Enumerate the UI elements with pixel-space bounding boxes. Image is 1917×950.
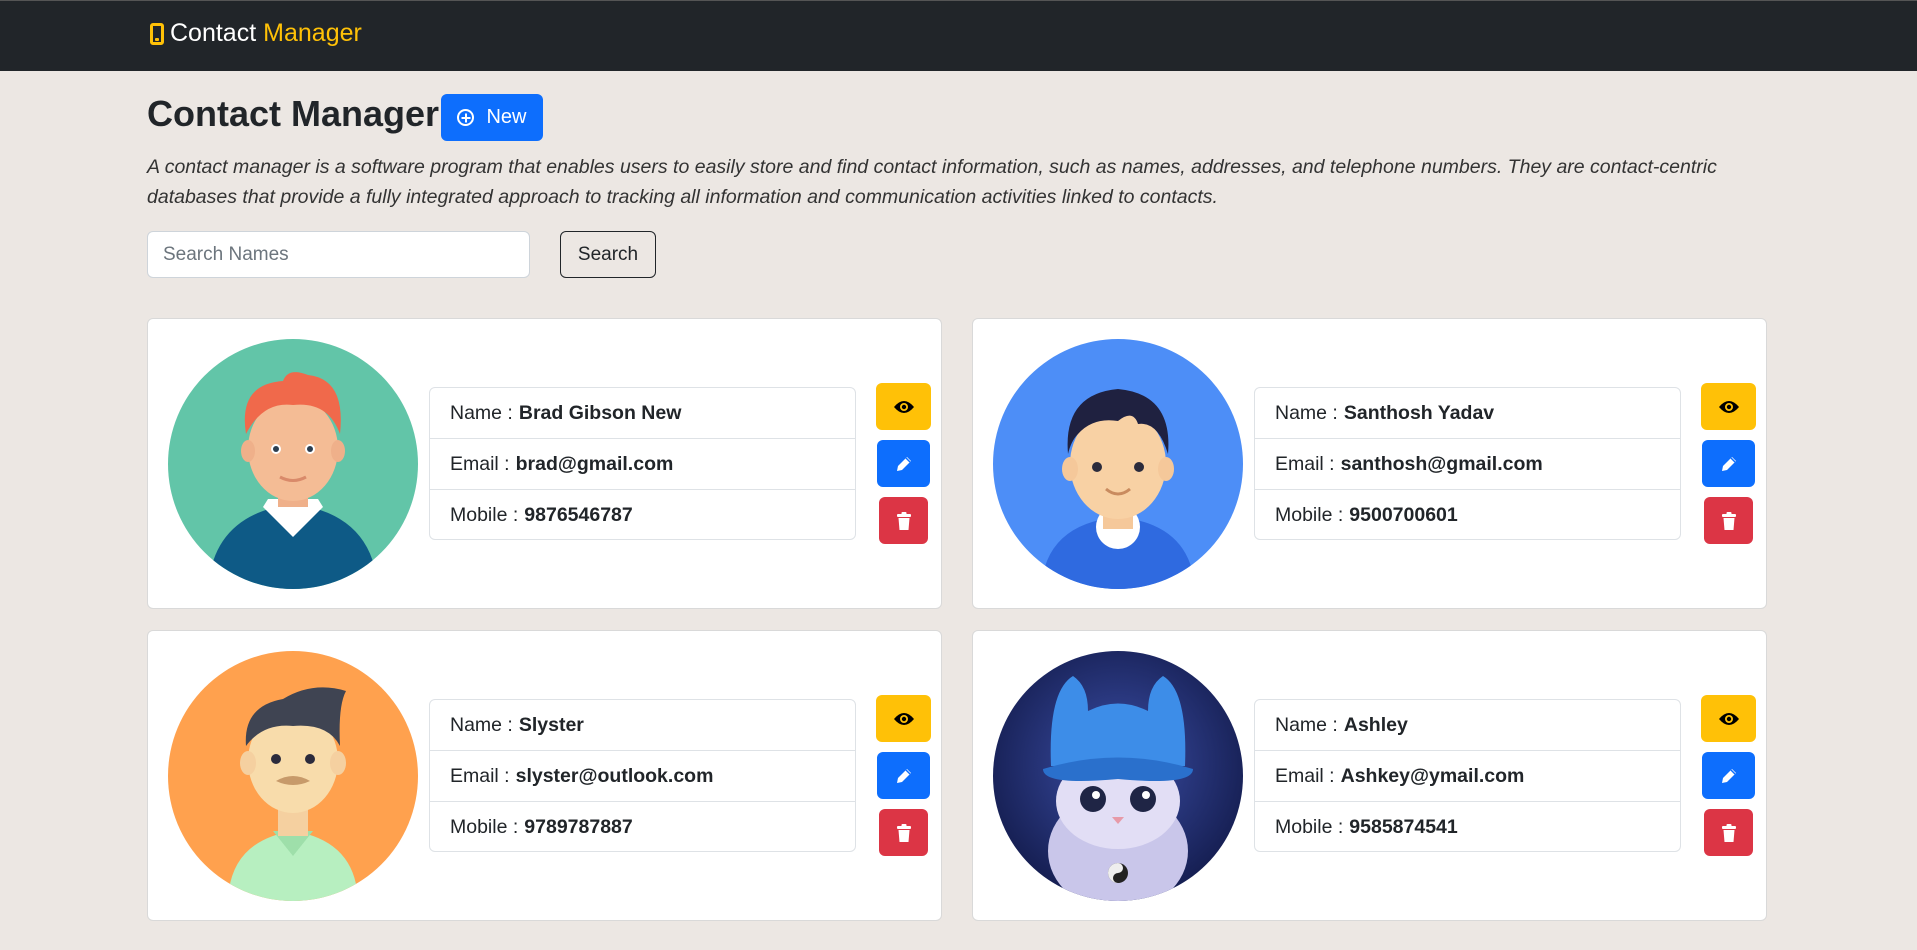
view-contact-button[interactable] [1701, 383, 1756, 430]
page-description: A contact manager is a software program … [147, 156, 1717, 208]
new-contact-button-label: New [486, 106, 527, 128]
eye-icon [893, 712, 914, 725]
eye-icon [1718, 400, 1739, 413]
delete-contact-button[interactable] [1704, 809, 1753, 856]
contact-email: slyster@outlook.com [515, 764, 714, 787]
contact-card: Name : Santhosh Yadav Email : santhosh@g… [972, 318, 1767, 609]
view-contact-button[interactable] [1701, 695, 1756, 742]
name-label: Name : [1275, 401, 1338, 424]
search-input[interactable] [147, 231, 530, 278]
mobile-label: Mobile : [1275, 504, 1344, 526]
mobile-label: Mobile : [450, 816, 519, 838]
edit-contact-button[interactable] [877, 440, 930, 487]
mobile-phone-icon [150, 22, 164, 45]
email-label: Email : [1275, 452, 1335, 475]
delete-contact-button[interactable] [879, 809, 928, 856]
mobile-label: Mobile : [450, 504, 519, 526]
name-label: Name : [1275, 713, 1338, 736]
pencil-icon [1721, 456, 1736, 471]
edit-contact-button[interactable] [1702, 752, 1755, 799]
email-label: Email : [450, 452, 510, 475]
pencil-icon [1721, 768, 1736, 783]
view-contact-button[interactable] [876, 695, 931, 742]
mobile-label: Mobile : [1275, 816, 1344, 838]
email-label: Email : [450, 764, 510, 787]
contact-name-row: Name : Brad Gibson New [430, 388, 855, 439]
contact-name: Santhosh Yadav [1343, 401, 1495, 424]
view-contact-button[interactable] [876, 383, 931, 430]
eye-icon [893, 400, 914, 413]
avatar [993, 651, 1243, 901]
contact-info-list: Name : Brad Gibson New Email : brad@gmai… [429, 387, 856, 540]
trash-icon [896, 511, 911, 530]
contact-name: Slyster [518, 713, 584, 736]
contact-card: Name : Brad Gibson New Email : brad@gmai… [147, 318, 942, 609]
page-title: Contact Manager [147, 93, 440, 134]
contact-mobile: 9789787887 [524, 816, 633, 838]
name-label: Name : [450, 713, 513, 736]
contact-email: Ashkey@ymail.com [1340, 764, 1525, 787]
plus-circle-icon [457, 109, 475, 126]
mustache-man-avatar [168, 651, 418, 901]
contact-card: Name : Ashley Email : Ashkey@ymail.com M… [972, 630, 1767, 921]
new-contact-button[interactable]: New [441, 94, 543, 141]
pencil-icon [896, 768, 911, 783]
contact-mobile: 9876546787 [524, 504, 633, 526]
edit-contact-button[interactable] [877, 752, 930, 799]
contact-name-row: Name : Ashley [1255, 700, 1680, 751]
trash-icon [896, 823, 911, 842]
contact-mobile: 9500700601 [1349, 504, 1458, 526]
red-haired-man-avatar [168, 339, 418, 589]
avatar [168, 339, 418, 589]
contact-card: Name : Slyster Email : slyster@outlook.c… [147, 630, 942, 921]
navbar: Contact Manager [0, 0, 1917, 71]
avatar [993, 339, 1243, 589]
contact-name: Brad Gibson New [518, 401, 682, 424]
search-button[interactable]: Search [560, 231, 656, 278]
contact-mobile-row: Mobile : 9500700601 [1255, 490, 1680, 539]
email-label: Email : [1275, 764, 1335, 787]
contact-name-row: Name : Santhosh Yadav [1255, 388, 1680, 439]
contact-info-list: Name : Ashley Email : Ashkey@ymail.com M… [1254, 699, 1681, 852]
contact-email-row: Email : brad@gmail.com [430, 439, 855, 490]
contact-email-row: Email : Ashkey@ymail.com [1255, 751, 1680, 802]
brand-text: Contact [170, 19, 257, 47]
contact-name-row: Name : Slyster [430, 700, 855, 751]
contact-info-list: Name : Slyster Email : slyster@outlook.c… [429, 699, 856, 852]
avatar [168, 651, 418, 901]
contact-name: Ashley [1343, 713, 1408, 736]
contact-email: brad@gmail.com [515, 452, 674, 475]
contact-mobile-row: Mobile : 9876546787 [430, 490, 855, 539]
contact-mobile-row: Mobile : 9585874541 [1255, 802, 1680, 851]
contact-info-list: Name : Santhosh Yadav Email : santhosh@g… [1254, 387, 1681, 540]
eye-icon [1718, 712, 1739, 725]
contact-mobile-row: Mobile : 9789787887 [430, 802, 855, 851]
name-label: Name : [450, 401, 513, 424]
boy-avatar [993, 339, 1243, 589]
contact-email-row: Email : slyster@outlook.com [430, 751, 855, 802]
blue-hat-cat-avatar [993, 651, 1243, 901]
contact-email-row: Email : santhosh@gmail.com [1255, 439, 1680, 490]
pencil-icon [896, 456, 911, 471]
delete-contact-button[interactable] [879, 497, 928, 544]
brand-accent-text: Manager [263, 19, 362, 47]
trash-icon [1721, 823, 1736, 842]
brand-link[interactable]: Contact Manager [150, 19, 362, 48]
edit-contact-button[interactable] [1702, 440, 1755, 487]
delete-contact-button[interactable] [1704, 497, 1753, 544]
contact-mobile: 9585874541 [1349, 816, 1458, 838]
contact-email: santhosh@gmail.com [1340, 452, 1543, 475]
trash-icon [1721, 511, 1736, 530]
